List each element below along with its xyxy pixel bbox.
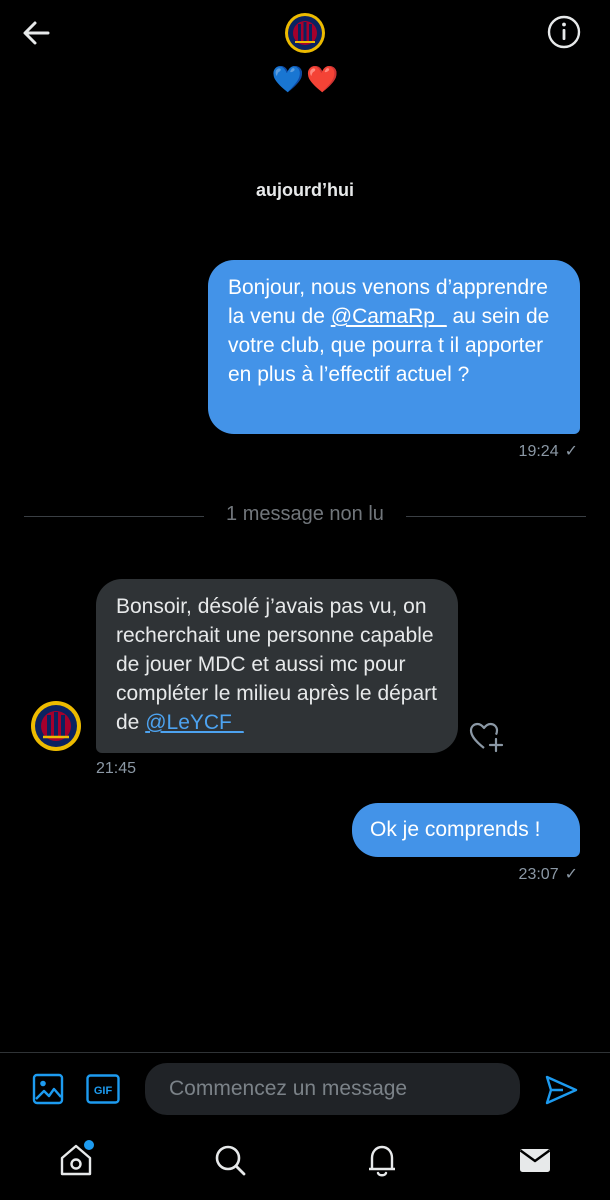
sent-check-icon: ✓ bbox=[564, 866, 578, 883]
mention-link[interactable]: @CamaRp_ bbox=[331, 305, 447, 328]
message-timestamp: 21:45 bbox=[96, 760, 136, 778]
message-timestamp: 19:24 ✓ bbox=[519, 441, 578, 461]
message-time: 19:24 bbox=[518, 443, 559, 460]
conversation-name[interactable]: 💙❤️ bbox=[0, 62, 610, 96]
message-bubble-outgoing[interactable]: Ok je comprends ! bbox=[352, 803, 580, 857]
send-button[interactable] bbox=[543, 1073, 579, 1107]
sent-check-icon: ✓ bbox=[564, 443, 578, 460]
add-media-button[interactable] bbox=[32, 1072, 64, 1106]
back-button[interactable] bbox=[18, 14, 56, 52]
nav-search[interactable] bbox=[210, 1140, 250, 1180]
bell-icon bbox=[369, 1145, 395, 1177]
arrow-left-icon bbox=[23, 21, 50, 45]
add-gif-button[interactable]: GIF bbox=[86, 1074, 120, 1104]
composer-divider bbox=[0, 1052, 610, 1053]
red-heart-emoji: ❤️ bbox=[306, 64, 339, 94]
conversation-avatar[interactable] bbox=[284, 12, 326, 54]
dm-conversation-screen: 💙❤️ aujourd’hui Bonjour, nous venons d’a… bbox=[0, 0, 610, 1200]
message-bubble-incoming[interactable]: Bonsoir, désolé j’avais pas vu, on reche… bbox=[96, 579, 458, 753]
unread-divider: 1 message non lu bbox=[24, 503, 586, 529]
club-crest-icon bbox=[285, 13, 325, 53]
gif-icon: GIF bbox=[86, 1074, 120, 1104]
date-separator: aujourd’hui bbox=[256, 180, 354, 200]
send-icon bbox=[545, 1075, 578, 1105]
message-timestamp: 23:07 ✓ bbox=[519, 864, 578, 884]
unread-divider-label: 1 message non lu bbox=[226, 503, 384, 525]
heart-plus-icon bbox=[469, 722, 504, 753]
add-reaction-button[interactable] bbox=[468, 720, 504, 754]
message-input[interactable] bbox=[145, 1063, 520, 1115]
message-time: 21:45 bbox=[96, 760, 137, 777]
nav-messages[interactable] bbox=[515, 1140, 555, 1180]
sender-avatar[interactable] bbox=[30, 700, 82, 752]
conversation-info-button[interactable] bbox=[546, 14, 582, 50]
info-icon bbox=[547, 15, 581, 49]
nav-notifications[interactable] bbox=[362, 1140, 402, 1180]
mention-link[interactable]: @LeYCF_ bbox=[145, 711, 243, 734]
divider-line bbox=[406, 516, 586, 517]
image-icon bbox=[32, 1073, 64, 1105]
mail-icon bbox=[519, 1149, 551, 1172]
message-time: 23:07 bbox=[518, 866, 559, 883]
gif-label: GIF bbox=[94, 1085, 113, 1097]
blue-heart-emoji: 💙 bbox=[271, 64, 304, 94]
club-crest-icon bbox=[31, 701, 81, 751]
search-icon bbox=[215, 1145, 246, 1176]
new-posts-dot bbox=[84, 1140, 94, 1150]
message-bubble-outgoing[interactable]: Bonjour, nous venons d’apprendre la venu… bbox=[208, 260, 580, 434]
message-text: Ok je comprends ! bbox=[370, 818, 541, 841]
